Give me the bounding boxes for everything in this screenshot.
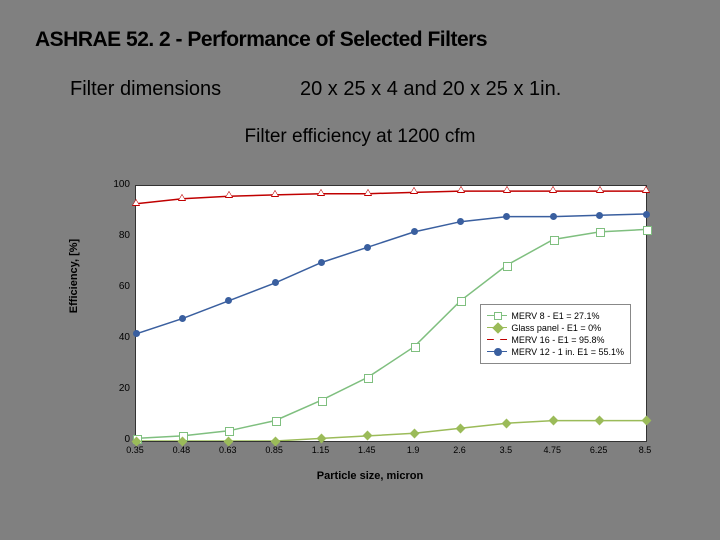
data-marker <box>550 236 559 245</box>
legend-label: Glass panel - E1 = 0% <box>511 323 601 333</box>
data-marker <box>178 194 186 201</box>
data-marker <box>364 374 373 383</box>
data-marker <box>549 186 557 193</box>
y-tick: 0 <box>110 434 130 445</box>
x-tick: 0.85 <box>259 445 289 455</box>
x-tick: 0.48 <box>166 445 196 455</box>
legend-item: Glass panel - E1 = 0% <box>487 323 624 333</box>
page-title: ASHRAE 52. 2 - Performance of Selected F… <box>35 28 487 52</box>
data-marker <box>596 212 603 219</box>
slide: ASHRAE 52. 2 - Performance of Selected F… <box>0 0 720 540</box>
filter-dims-value: 20 x 25 x 4 and 20 x 25 x 1in. <box>300 78 561 101</box>
series-line <box>136 191 646 204</box>
y-tick: 40 <box>110 332 130 343</box>
data-marker <box>596 228 605 237</box>
y-axis-label: Efficiency, [%] <box>68 239 80 313</box>
data-marker <box>503 262 512 271</box>
data-marker <box>642 186 650 193</box>
y-tick: 60 <box>110 281 130 292</box>
data-marker <box>179 315 186 322</box>
x-tick: 3.5 <box>491 445 521 455</box>
x-tick: 6.25 <box>584 445 614 455</box>
legend-label: MERV 12 - 1 in. E1 = 55.1% <box>511 347 624 357</box>
data-marker <box>364 244 371 251</box>
data-marker <box>225 427 234 436</box>
legend-item: MERV 8 - E1 = 27.1% <box>487 311 624 321</box>
x-tick: 1.45 <box>352 445 382 455</box>
data-marker <box>410 187 418 194</box>
data-marker <box>317 189 325 196</box>
data-marker <box>411 343 420 352</box>
x-tick: 4.75 <box>537 445 567 455</box>
chart: Efficiency, [%] 020406080100 MERV 8 - E1… <box>85 170 655 470</box>
legend: MERV 8 - E1 = 27.1% Glass panel - E1 = 0%… <box>480 304 631 364</box>
data-marker <box>364 189 372 196</box>
y-tick: 80 <box>110 230 130 241</box>
legend-label: MERV 8 - E1 = 27.1% <box>511 311 599 321</box>
data-marker <box>132 199 140 206</box>
data-marker <box>503 186 511 193</box>
data-marker <box>272 279 279 286</box>
data-marker <box>318 397 327 406</box>
y-tick: 20 <box>110 383 130 394</box>
filter-dimensions-row: Filter dimensions 20 x 25 x 4 and 20 x 2… <box>70 78 221 101</box>
data-marker <box>272 417 281 426</box>
data-marker <box>457 186 465 193</box>
legend-item: MERV 16 - E1 = 95.8% <box>487 335 624 345</box>
data-marker <box>318 259 325 266</box>
chart-title: Filter efficiency at 1200 cfm <box>0 126 720 148</box>
x-tick: 0.35 <box>120 445 150 455</box>
data-marker <box>596 186 604 193</box>
legend-item: MERV 12 - 1 in. E1 = 55.1% <box>487 347 624 357</box>
data-marker <box>550 213 557 220</box>
legend-label: MERV 16 - E1 = 95.8% <box>511 335 604 345</box>
data-marker <box>643 211 650 218</box>
series-line <box>136 421 646 441</box>
x-tick: 2.6 <box>445 445 475 455</box>
y-tick: 100 <box>110 179 130 190</box>
data-marker <box>225 191 233 198</box>
data-marker <box>133 330 140 337</box>
data-marker <box>643 226 652 235</box>
filter-dims-label: Filter dimensions <box>70 78 221 100</box>
x-tick: 1.9 <box>398 445 428 455</box>
x-axis-label: Particle size, micron <box>85 470 655 482</box>
plot-area: MERV 8 - E1 = 27.1% Glass panel - E1 = 0%… <box>135 185 647 442</box>
x-tick: 0.63 <box>213 445 243 455</box>
x-tick: 1.15 <box>305 445 335 455</box>
data-marker <box>271 190 279 197</box>
x-tick: 8.5 <box>630 445 660 455</box>
data-marker <box>457 297 466 306</box>
